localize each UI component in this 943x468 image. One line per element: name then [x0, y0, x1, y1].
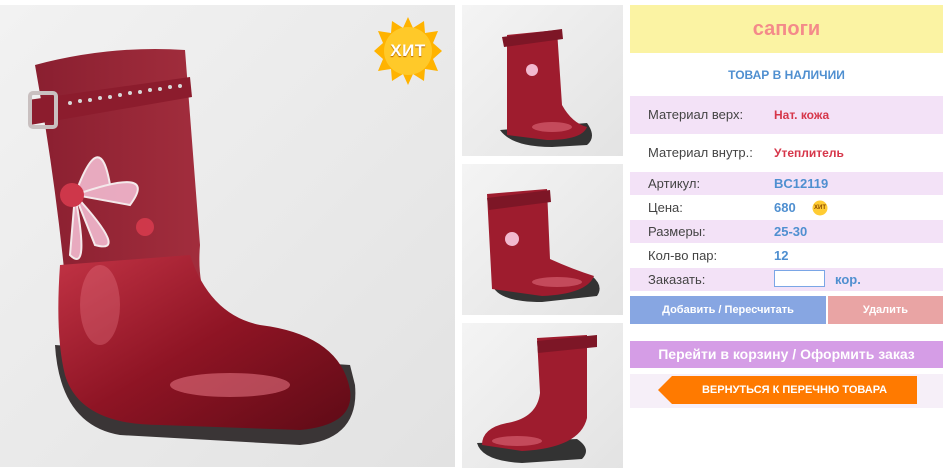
- spec-value: BC12119: [774, 176, 829, 191]
- spec-row-pairs: Кол-во пар: 12: [630, 244, 943, 267]
- spec-row-material-top: Материал верх: Нат. кожа: [630, 96, 943, 134]
- spec-value: Нат. кожа: [774, 108, 830, 122]
- back-button-label: ВЕРНУТЬСЯ К ПЕРЕЧНЮ ТОВАРА: [701, 384, 888, 396]
- product-title: сапоги: [630, 5, 943, 53]
- thumbnail-front[interactable]: [462, 5, 623, 156]
- delete-button[interactable]: Удалить: [828, 296, 943, 324]
- thumbnail-back[interactable]: [462, 323, 623, 468]
- back-to-list-button[interactable]: ВЕРНУТЬСЯ К ПЕРЕЧНЮ ТОВАРА: [658, 376, 917, 404]
- spec-label: Материал внутр.:: [648, 145, 753, 160]
- spec-row-sizes: Размеры: 25-30: [630, 220, 943, 243]
- go-to-cart-button[interactable]: Перейти в корзину / Оформить заказ: [630, 341, 943, 368]
- boot-thumbnail-image: [487, 189, 600, 302]
- spec-label: Артикул:: [648, 176, 701, 191]
- spec-row-material-inner: Материал внутр.: Утеплитель: [630, 134, 943, 172]
- spec-value: 25-30: [774, 224, 808, 239]
- boot-thumbnail-image: [477, 335, 597, 463]
- spec-label: Материал верх:: [648, 107, 744, 122]
- spec-value: Утеплитель: [774, 146, 844, 160]
- back-button-container: ВЕРНУТЬСЯ К ПЕРЕЧНЮ ТОВАРА: [630, 374, 943, 408]
- order-unit: кор.: [835, 272, 861, 287]
- main-product-photo: ХИТ: [0, 5, 455, 467]
- spec-label: Размеры:: [648, 224, 706, 239]
- price-value: 680: [774, 200, 796, 215]
- hit-badge-label: ХИТ: [390, 41, 426, 60]
- spec-row-order: Заказать: кор.: [630, 268, 943, 291]
- spec-label: Кол-во пар:: [648, 248, 718, 263]
- order-quantity-input[interactable]: [774, 270, 825, 287]
- stock-status: ТОВАР В НАЛИЧИИ: [728, 68, 845, 82]
- spec-label: Заказать:: [648, 272, 706, 287]
- thumbnail-side[interactable]: [462, 164, 623, 315]
- hit-badge: ХИТ: [372, 15, 444, 87]
- spec-value: 12: [774, 248, 789, 263]
- update-button[interactable]: Добавить / Пересчитать: [630, 296, 826, 324]
- spec-row-article: Артикул: BC12119: [630, 172, 943, 195]
- hit-mini-label: ХИТ: [814, 205, 826, 211]
- hit-mini-badge: ХИТ: [810, 200, 830, 216]
- spec-label: Цена:: [648, 200, 683, 215]
- boot-thumbnail-image: [500, 29, 592, 147]
- spec-row-price: Цена: 680 ХИТ: [630, 196, 943, 219]
